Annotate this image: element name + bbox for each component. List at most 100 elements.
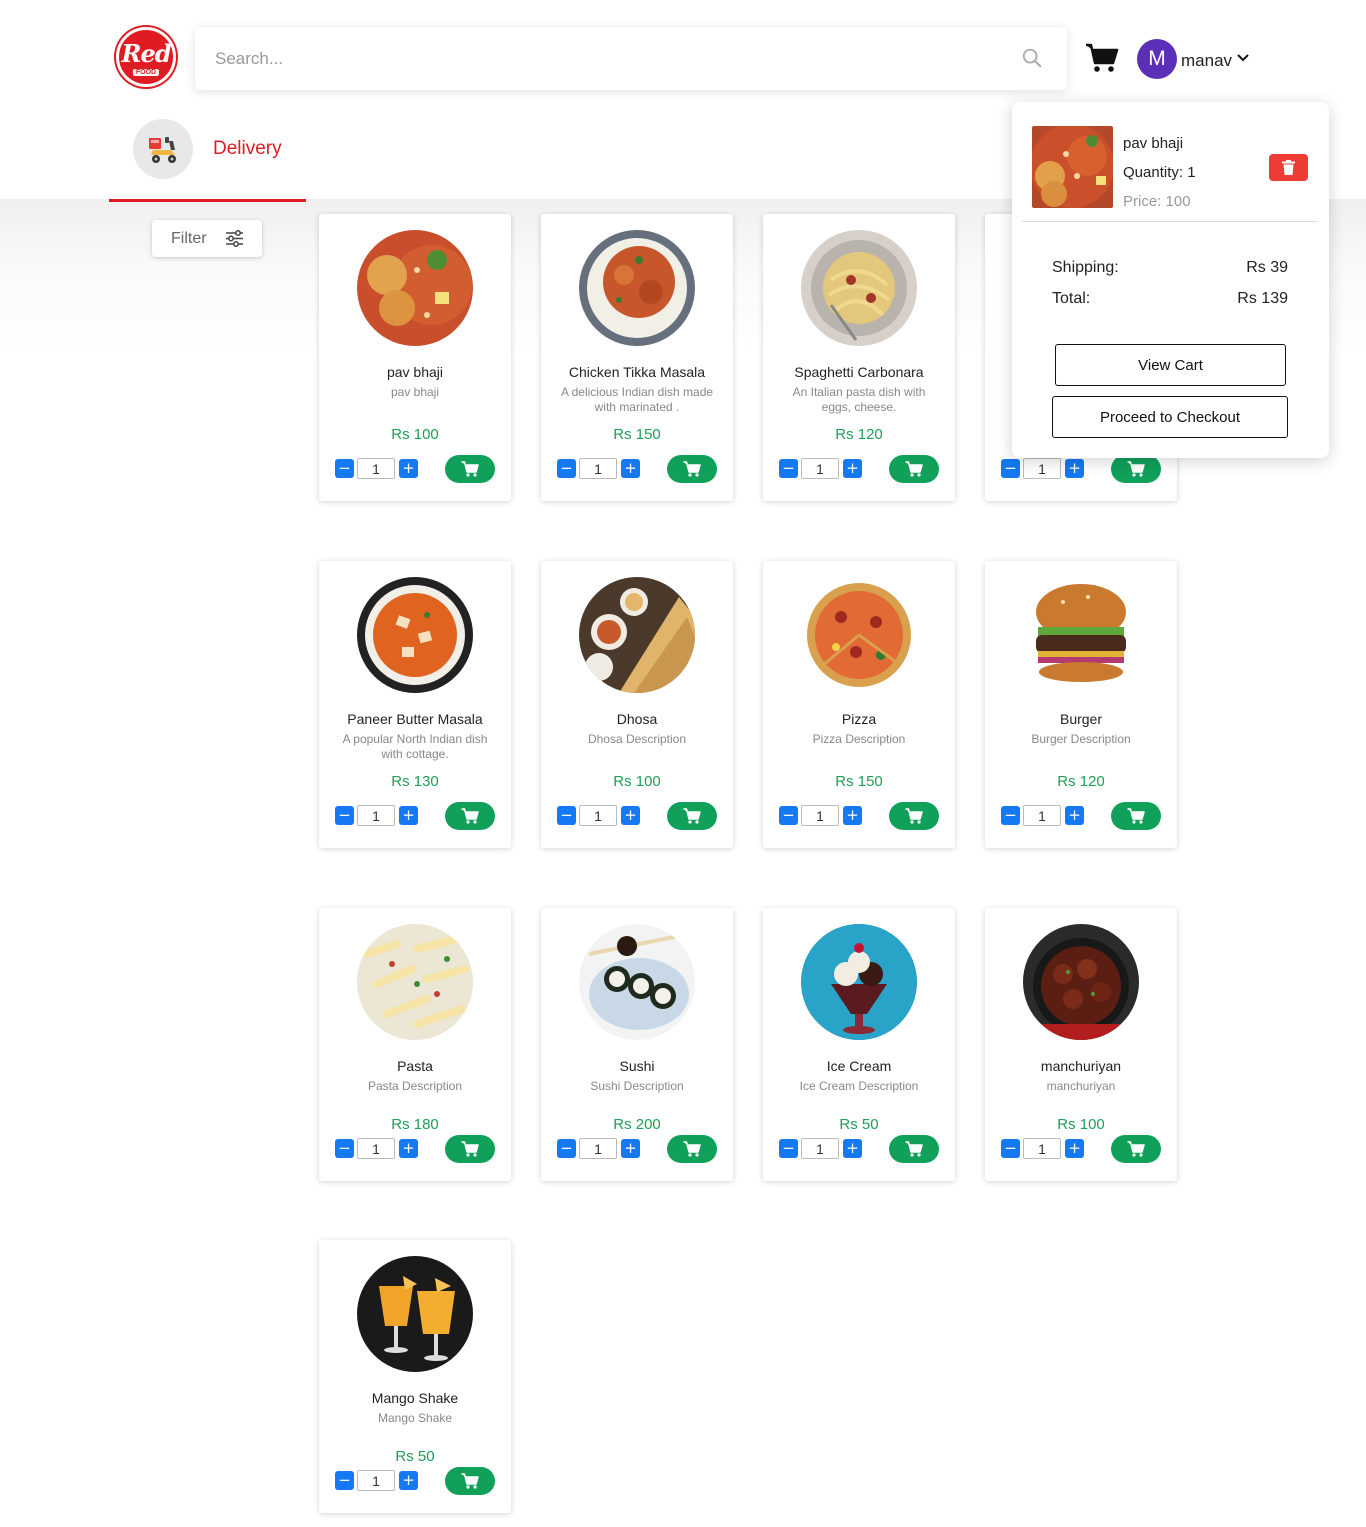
decrement-button[interactable]: −	[557, 1139, 576, 1158]
search-icon[interactable]	[1021, 47, 1043, 69]
quantity-input[interactable]	[801, 1138, 839, 1159]
product-card[interactable]: manchuriyan manchuriyan Rs 100 − +	[985, 908, 1177, 1181]
add-to-cart-button[interactable]	[889, 802, 939, 830]
product-image[interactable]	[357, 924, 473, 1040]
decrement-button[interactable]: −	[335, 1139, 354, 1158]
search-input[interactable]	[215, 45, 995, 73]
product-description: pav bhaji	[390, 385, 440, 399]
increment-button[interactable]: +	[843, 459, 862, 478]
increment-button[interactable]: +	[1065, 806, 1084, 825]
checkout-button[interactable]: Proceed to Checkout	[1052, 396, 1288, 438]
product-image[interactable]	[357, 1256, 473, 1372]
decrement-button[interactable]: −	[1001, 806, 1020, 825]
increment-button[interactable]: +	[1065, 459, 1084, 478]
increment-button[interactable]: +	[621, 459, 640, 478]
product-image[interactable]	[579, 230, 695, 346]
product-card[interactable]: Sushi Sushi Description Rs 200 − +	[541, 908, 733, 1181]
increment-button[interactable]: +	[843, 1139, 862, 1158]
quantity-input[interactable]	[579, 458, 617, 479]
decrement-button[interactable]: −	[1001, 459, 1020, 478]
product-price: Rs 200	[613, 1116, 661, 1133]
delivery-scooter-icon[interactable]	[133, 119, 193, 179]
add-to-cart-button[interactable]	[445, 1467, 495, 1495]
add-to-cart-button[interactable]	[889, 1135, 939, 1163]
add-to-cart-button[interactable]	[1111, 1135, 1161, 1163]
brand-logo[interactable]: Red FOOD	[116, 27, 176, 87]
increment-button[interactable]: +	[399, 806, 418, 825]
quantity-input[interactable]	[357, 1138, 395, 1159]
add-to-cart-button[interactable]	[667, 1135, 717, 1163]
quantity-input[interactable]	[1023, 805, 1061, 826]
add-to-cart-button[interactable]	[667, 455, 717, 483]
add-to-cart-button[interactable]	[667, 802, 717, 830]
quantity-input[interactable]	[1023, 458, 1061, 479]
product-price: Rs 150	[613, 426, 661, 443]
decrement-button[interactable]: −	[557, 459, 576, 478]
tab-delivery[interactable]: Delivery	[213, 138, 282, 160]
filter-button[interactable]: Filter	[152, 220, 262, 257]
add-to-cart-button[interactable]	[445, 1135, 495, 1163]
product-image[interactable]	[1023, 924, 1139, 1040]
decrement-button[interactable]: −	[1001, 1139, 1020, 1158]
product-image[interactable]	[579, 577, 695, 693]
remove-item-button[interactable]	[1269, 154, 1308, 181]
increment-button[interactable]: +	[621, 1139, 640, 1158]
product-name: Pizza	[841, 711, 877, 727]
product-card[interactable]: Pizza Pizza Description Rs 150 − +	[763, 561, 955, 848]
quantity-stepper: − +	[557, 1138, 641, 1159]
product-image[interactable]	[357, 577, 473, 693]
decrement-button[interactable]: −	[335, 1471, 354, 1490]
product-image[interactable]	[801, 230, 917, 346]
decrement-button[interactable]: −	[557, 806, 576, 825]
product-image[interactable]	[579, 924, 695, 1040]
product-card[interactable]: Mango Shake Mango Shake Rs 50 − +	[319, 1240, 511, 1513]
view-cart-button[interactable]: View Cart	[1055, 344, 1286, 386]
cart-icon[interactable]	[1085, 42, 1119, 74]
product-card[interactable]: pav bhaji pav bhaji Rs 100 − +	[319, 214, 511, 501]
increment-button[interactable]: +	[399, 1139, 418, 1158]
add-to-cart-button[interactable]	[889, 455, 939, 483]
user-avatar[interactable]: M	[1137, 39, 1177, 79]
quantity-input[interactable]	[579, 805, 617, 826]
decrement-button[interactable]: −	[779, 459, 798, 478]
cart-icon	[461, 1141, 479, 1157]
quantity-input[interactable]	[357, 1470, 395, 1491]
increment-button[interactable]: +	[399, 459, 418, 478]
quantity-input[interactable]	[357, 805, 395, 826]
increment-button[interactable]: +	[621, 806, 640, 825]
product-card[interactable]: Dhosa Dhosa Description Rs 100 − +	[541, 561, 733, 848]
decrement-button[interactable]: −	[779, 1139, 798, 1158]
product-image[interactable]	[801, 924, 917, 1040]
quantity-input[interactable]	[801, 458, 839, 479]
quantity-input[interactable]	[801, 805, 839, 826]
cart-icon	[905, 461, 923, 477]
product-image[interactable]	[801, 577, 917, 693]
decrement-button[interactable]: −	[335, 806, 354, 825]
product-card[interactable]: Spaghetti Carbonara An Italian pasta dis…	[763, 214, 955, 501]
decrement-button[interactable]: −	[779, 806, 798, 825]
product-image[interactable]	[1023, 577, 1139, 693]
product-card[interactable]: Ice Cream Ice Cream Description Rs 50 − …	[763, 908, 955, 1181]
quantity-input[interactable]	[579, 1138, 617, 1159]
product-card[interactable]: Pasta Pasta Description Rs 180 − +	[319, 908, 511, 1181]
quantity-input[interactable]	[357, 458, 395, 479]
product-card[interactable]: Chicken Tikka Masala A delicious Indian …	[541, 214, 733, 501]
product-description: An Italian pasta dish with eggs, cheese.	[792, 385, 926, 414]
logo-subtext: FOOD	[132, 69, 160, 76]
product-description: A popular North Indian dish with cottage…	[342, 732, 488, 761]
product-image[interactable]	[357, 230, 473, 346]
decrement-button[interactable]: −	[335, 459, 354, 478]
quantity-input[interactable]	[1023, 1138, 1061, 1159]
cart-icon	[683, 1141, 701, 1157]
increment-button[interactable]: +	[843, 806, 862, 825]
increment-button[interactable]: +	[1065, 1139, 1084, 1158]
add-to-cart-button[interactable]	[1111, 455, 1161, 483]
chevron-down-icon[interactable]	[1236, 51, 1250, 65]
add-to-cart-button[interactable]	[445, 455, 495, 483]
product-card[interactable]: Paneer Butter Masala A popular North Ind…	[319, 561, 511, 848]
add-to-cart-button[interactable]	[1111, 802, 1161, 830]
add-to-cart-button[interactable]	[445, 802, 495, 830]
user-name[interactable]: manav	[1181, 51, 1232, 71]
increment-button[interactable]: +	[399, 1471, 418, 1490]
product-card[interactable]: Burger Burger Description Rs 120 − +	[985, 561, 1177, 848]
